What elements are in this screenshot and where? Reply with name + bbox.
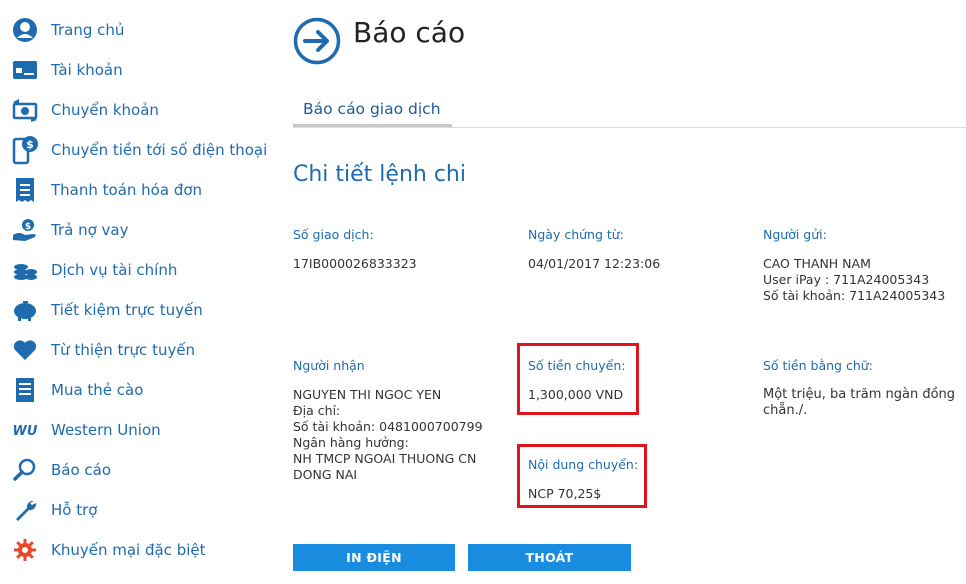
hand-money-icon: $	[10, 215, 40, 245]
transaction-no-value: 17IB000026833323	[293, 256, 417, 271]
sidebar-item-support[interactable]: Hỗ trợ	[0, 490, 270, 530]
sidebar-item-label: Báo cáo	[51, 461, 112, 479]
sidebar-item-label: Hỗ trợ	[51, 501, 98, 519]
western-union-icon: WU	[10, 415, 40, 445]
scratch-card-icon	[10, 375, 40, 405]
sidebar-item-label: Chuyển tiền tới số điện thoại	[51, 141, 268, 159]
sender-user-ipay: User iPay : 711A24005343	[763, 272, 930, 287]
recipient-address: Địa chỉ:	[293, 403, 341, 418]
content-value: NCP 70,25$	[528, 486, 602, 501]
sidebar-item-financial-services[interactable]: Dịch vụ tài chính	[0, 250, 270, 290]
page-title: Báo cáo	[353, 16, 466, 49]
sidebar-item-reports[interactable]: Báo cáo	[0, 450, 270, 490]
sender-info: CAO THANH NAM User iPay : 711A24005343 S…	[763, 256, 945, 304]
sidebar-item-label: Trang chủ	[51, 21, 125, 39]
user-avatar-icon	[10, 15, 40, 45]
print-button[interactable]: IN ĐIỆN	[293, 544, 455, 571]
date-value: 04/01/2017 12:23:06	[528, 256, 661, 271]
amount-value: 1,300,000 VND	[528, 387, 624, 402]
recipient-bank-branch: DONG NAI	[293, 467, 358, 482]
sidebar-item-bill-payment[interactable]: Thanh toán hóa đơn	[0, 170, 270, 210]
sidebar-item-loan-repayment[interactable]: $ Trả nợ vay	[0, 210, 270, 250]
tab-label: Báo cáo giao dịch	[303, 100, 441, 118]
amount-words-label: Số tiền bằng chữ:	[763, 358, 873, 373]
date-label: Ngày chứng từ:	[528, 227, 624, 242]
sidebar-item-label: Tài khoản	[51, 61, 123, 79]
heart-icon	[10, 335, 40, 365]
recipient-bank-name: NH TMCP NGOAI THUONG CN	[293, 451, 477, 466]
svg-text:$: $	[26, 138, 34, 151]
search-icon	[10, 455, 40, 485]
sidebar-item-western-union[interactable]: WU Western Union	[0, 410, 270, 450]
coins-icon	[10, 255, 40, 285]
sidebar-item-label: Chuyển khoản	[51, 101, 159, 119]
exit-button[interactable]: THOÁT	[468, 544, 631, 571]
arrow-right-circle-icon	[293, 17, 341, 65]
amount-words: Một triệu, ba trăm ngàn đồng chẵn./.	[763, 387, 955, 419]
amount-label: Số tiền chuyển:	[528, 358, 626, 373]
section-title: Chi tiết lệnh chi	[293, 162, 466, 187]
amount-highlight-box	[517, 343, 639, 415]
sidebar-item-online-charity[interactable]: Từ thiện trực tuyến	[0, 330, 270, 370]
amount-words-line: Một triệu, ba trăm ngàn đồng	[763, 387, 956, 402]
svg-text:WU: WU	[13, 424, 38, 438]
content-label: Nội dung chuyển:	[528, 457, 639, 472]
recipient-name: NGUYEN THI NGOC YEN	[293, 387, 442, 402]
sidebar-item-scratch-card[interactable]: Mua thẻ cào	[0, 370, 270, 410]
sidebar-item-transfer[interactable]: Chuyển khoản	[0, 90, 270, 130]
money-transfer-icon	[10, 95, 40, 125]
sidebar-item-label: Mua thẻ cào	[51, 381, 144, 399]
piggy-bank-icon	[10, 295, 40, 325]
recipient-account: Số tài khoản: 0481000700799	[293, 419, 483, 434]
sidebar-item-home[interactable]: Trang chủ	[0, 10, 270, 50]
svg-text:$: $	[25, 222, 31, 232]
sidebar-item-label: Dịch vụ tài chính	[51, 261, 178, 279]
gear-badge-icon	[10, 535, 40, 565]
recipient-bank-label: Ngân hàng hưởng:	[293, 435, 409, 450]
divider	[293, 127, 966, 128]
sidebar-item-label: Tiết kiệm trực tuyến	[51, 301, 203, 319]
sidebar-item-online-savings[interactable]: Tiết kiệm trực tuyến	[0, 290, 270, 330]
recipient-label: Người nhận	[293, 358, 365, 373]
sender-account: Số tài khoản: 711A24005343	[763, 288, 946, 303]
sidebar-item-label: Thanh toán hóa đơn	[51, 181, 203, 199]
wrench-icon	[10, 495, 40, 525]
sidebar-item-label: Western Union	[51, 421, 161, 439]
sidebar-item-label: Trả nợ vay	[51, 221, 129, 239]
sidebar-item-label: Khuyến mại đặc biệt	[51, 541, 206, 559]
sidebar-item-label: Từ thiện trực tuyến	[51, 341, 196, 359]
tab-transaction-report[interactable]: Báo cáo giao dịch	[293, 96, 452, 127]
recipient-info: NGUYEN THI NGOC YEN Địa chỉ: Số tài khoả…	[293, 387, 483, 483]
transaction-no-label: Số giao dịch:	[293, 227, 374, 242]
sidebar-item-account[interactable]: Tài khoản	[0, 50, 270, 90]
card-icon	[10, 55, 40, 85]
bill-icon	[10, 175, 40, 205]
amount-words-line: chẵn./.	[763, 403, 808, 418]
phone-dollar-icon: $	[10, 135, 40, 165]
sidebar: Trang chủ Tài khoản Chuyển khoản $ Chuyể…	[0, 0, 270, 584]
sidebar-item-phone-transfer[interactable]: $ Chuyển tiền tới số điện thoại	[0, 130, 270, 170]
sidebar-item-special-promotion[interactable]: Khuyến mại đặc biệt	[0, 530, 270, 570]
sender-name: CAO THANH NAM	[763, 256, 871, 271]
sender-label: Người gửi:	[763, 227, 827, 242]
